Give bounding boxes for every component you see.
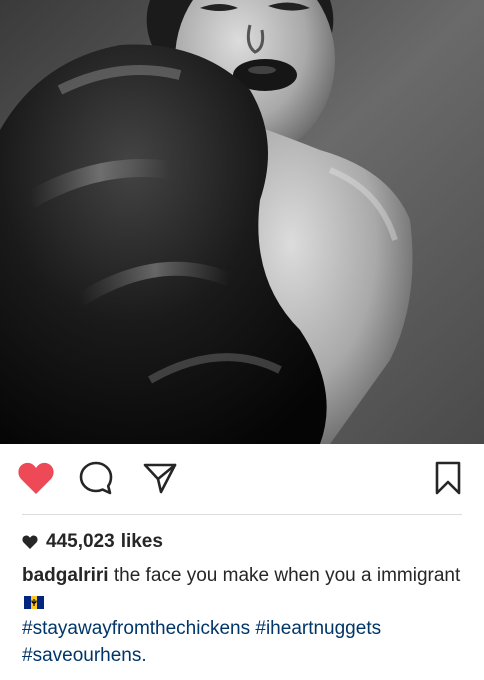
post-photo[interactable] <box>0 0 484 444</box>
speech-bubble-icon <box>79 461 113 495</box>
heart-filled-icon <box>18 462 54 494</box>
save-button[interactable] <box>428 458 468 498</box>
share-button[interactable] <box>140 458 180 498</box>
heart-icon <box>22 535 38 549</box>
likes-label: likes <box>120 531 163 552</box>
likes-count[interactable]: 445,023 likes <box>22 529 163 555</box>
likes-number: 445,023 <box>46 531 115 552</box>
caption-username[interactable]: badgalriri <box>22 565 109 586</box>
post-action-bar <box>0 444 484 514</box>
comment-button[interactable] <box>76 458 116 498</box>
bookmark-icon <box>435 461 461 495</box>
portrait-image <box>0 0 484 444</box>
like-button[interactable] <box>16 458 56 498</box>
paper-plane-icon <box>143 463 177 494</box>
hashtag-link[interactable]: #iheartnuggets <box>255 618 381 639</box>
caption-text: the face you make when you a immigrant <box>113 565 461 586</box>
post-caption: badgalriri the face you make when you a … <box>22 563 468 669</box>
barbados-flag-icon <box>24 595 44 609</box>
hashtag-link[interactable]: #stayawayfromthechickens <box>22 618 250 639</box>
hashtag-link[interactable]: #saveourhens. <box>22 645 147 666</box>
divider <box>22 514 462 515</box>
